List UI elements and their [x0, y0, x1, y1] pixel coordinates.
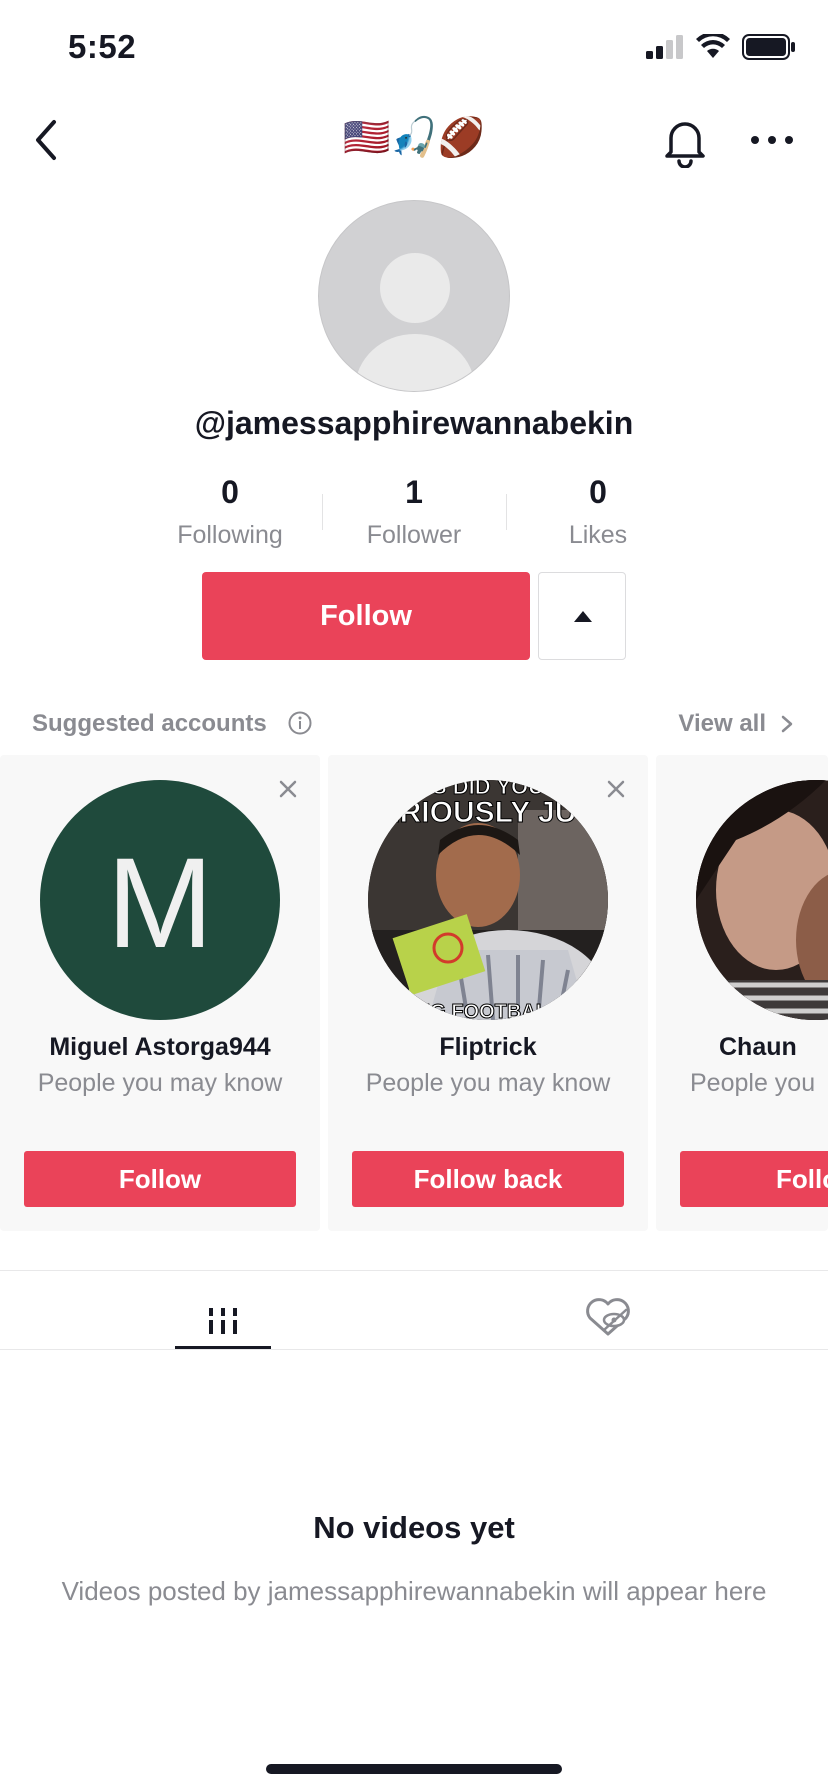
- hidden-heart-icon: [586, 1298, 630, 1336]
- suggested-toggle-button[interactable]: [538, 572, 626, 660]
- suggested-subtitle: People you may know: [365, 1069, 611, 1097]
- bell-icon[interactable]: [660, 114, 710, 168]
- suggested-card[interactable]: Chaun People you Follo: [656, 755, 828, 1231]
- avatar-letter: M: [106, 832, 214, 975]
- suggested-name: Chaun: [719, 1033, 797, 1061]
- chevron-right-icon[interactable]: [780, 714, 794, 734]
- more-options-icon[interactable]: [748, 130, 796, 150]
- followers-count: 1: [405, 474, 423, 510]
- followers-label: Follower: [366, 521, 462, 549]
- empty-state-subtitle: Videos posted by jamessapphirewannabekin…: [61, 1576, 767, 1606]
- suggested-avatar[interactable]: [696, 780, 828, 1020]
- followers-stat[interactable]: 1 Follower: [322, 474, 506, 550]
- caret-up-icon: [574, 611, 592, 622]
- view-all-link[interactable]: View all: [678, 710, 766, 738]
- info-icon[interactable]: [288, 711, 312, 735]
- photo-avatar-image: [696, 780, 828, 1020]
- suggested-follow-button[interactable]: Follow: [24, 1151, 296, 1207]
- tab-liked[interactable]: [560, 1282, 656, 1350]
- meme-caption-bottom: NG FOOTBALL: [416, 1001, 560, 1020]
- following-stat[interactable]: 0 Following: [138, 474, 322, 550]
- suggested-name: Miguel Astorga944: [49, 1033, 271, 1061]
- profile-username: @jamessapphirewannabekin: [194, 405, 634, 441]
- following-label: Following: [177, 521, 283, 549]
- suggested-card[interactable]: S DID YOU ERIOUSLY JUS NG FOOTBALL Flipt…: [328, 755, 648, 1231]
- close-icon[interactable]: [278, 779, 298, 799]
- suggested-follow-button[interactable]: Follo: [680, 1151, 828, 1207]
- status-time: 5:52: [68, 28, 137, 65]
- following-count: 0: [221, 474, 239, 510]
- likes-count: 0: [589, 474, 607, 510]
- suggested-avatar[interactable]: S DID YOU ERIOUSLY JUS NG FOOTBALL: [368, 780, 608, 1020]
- tabs-divider: [0, 1270, 828, 1271]
- likes-label: Likes: [568, 521, 628, 549]
- suggested-avatar[interactable]: M: [40, 780, 280, 1020]
- suggested-name: Fliptrick: [439, 1033, 537, 1061]
- close-icon[interactable]: [606, 779, 626, 799]
- wifi-icon: [696, 34, 730, 58]
- suggested-subtitle: People you may know: [37, 1069, 283, 1097]
- home-indicator[interactable]: [266, 1764, 562, 1774]
- empty-state-title: No videos yet: [313, 1510, 515, 1545]
- suggested-accounts-title: Suggested accounts: [32, 710, 267, 737]
- follow-button[interactable]: Follow: [202, 572, 530, 660]
- battery-icon: [742, 34, 795, 60]
- tab-videos[interactable]: [175, 1282, 271, 1350]
- meme-avatar-image: S DID YOU ERIOUSLY JUS NG FOOTBALL: [368, 780, 608, 1020]
- grid-icon: [209, 1308, 237, 1334]
- tabs-divider: [0, 1349, 828, 1350]
- meme-caption-middle: ERIOUSLY JUS: [380, 796, 597, 829]
- suggested-card[interactable]: M Miguel Astorga944 People you may know …: [0, 755, 320, 1231]
- likes-stat: 0 Likes: [506, 474, 690, 550]
- profile-avatar: [318, 200, 510, 392]
- suggested-subtitle: People you: [690, 1069, 816, 1097]
- signal-icon: [646, 35, 683, 59]
- suggested-follow-back-button[interactable]: Follow back: [352, 1151, 624, 1207]
- status-icons: [646, 34, 796, 60]
